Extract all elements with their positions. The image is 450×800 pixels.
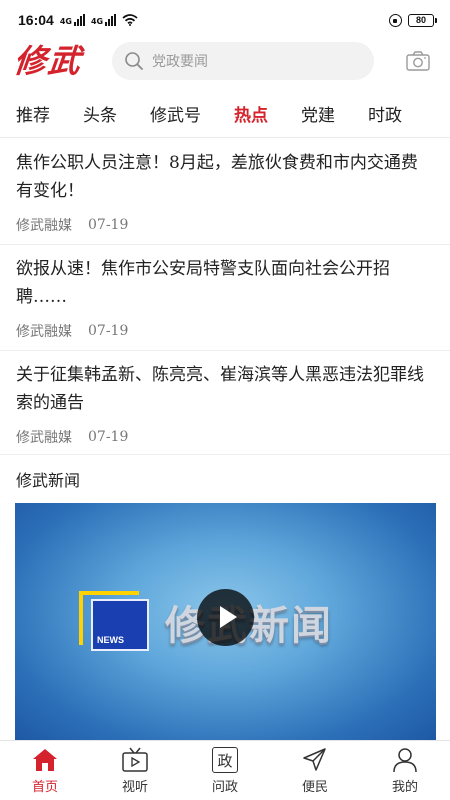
tab-party-building[interactable]: 党建	[301, 101, 335, 126]
article-source: 修武融媒	[16, 218, 72, 234]
app-header: 修武 党政要闻	[0, 40, 450, 86]
user-icon	[393, 748, 417, 773]
tab-current-affairs[interactable]: 时政	[368, 101, 402, 126]
nav-watch[interactable]: 视听	[90, 741, 180, 800]
video-card[interactable]: NEWS 修武新闻	[15, 503, 436, 743]
article-meta: 修武融媒 07-19	[16, 417, 434, 457]
status-right: 80	[389, 13, 437, 27]
camera-icon[interactable]	[406, 50, 430, 72]
bottom-nav: 首页 视听 政 问政 便民 我的	[0, 740, 450, 800]
article-meta: 修武融媒 07-19	[16, 311, 434, 351]
play-button[interactable]	[197, 589, 254, 646]
nav-profile[interactable]: 我的	[360, 741, 450, 800]
nav-inquiry[interactable]: 政 问政	[180, 741, 270, 800]
signal-icon-2: 4G	[91, 14, 117, 26]
signal-icon-1: 4G	[60, 14, 85, 26]
article-source: 修武融媒	[16, 430, 72, 446]
article-item[interactable]: 焦作公职人员注意！8月起，差旅伙食费和市内交通费有变化！ 修武融媒 07-19	[0, 139, 450, 245]
tab-xiuwu-accounts[interactable]: 修武号	[150, 101, 201, 126]
nav-label: 视听	[121, 780, 148, 795]
article-meta: 修武融媒 07-19	[16, 205, 434, 245]
tab-recommend[interactable]: 推荐	[16, 101, 50, 126]
search-placeholder: 党政要闻	[152, 54, 208, 70]
nav-label: 我的	[391, 780, 418, 795]
tab-headlines[interactable]: 头条	[83, 101, 117, 126]
news-feed: 焦作公职人员注意！8月起，差旅伙食费和市内交通费有变化！ 修武融媒 07-19 …	[0, 139, 450, 455]
article-item[interactable]: 关于征集韩孟新、陈亮亮、崔海滨等人黑恶违法犯罪线索的通告 修武融媒 07-19	[0, 351, 450, 455]
status-time: 16:04	[18, 12, 54, 28]
search-input[interactable]: 党政要闻	[112, 42, 374, 80]
app-logo: 修武	[12, 42, 85, 80]
tab-hot[interactable]: 热点	[234, 101, 268, 126]
nav-label: 便民	[301, 780, 328, 795]
news-logo-text: NEWS	[97, 635, 124, 645]
nav-home[interactable]: 首页	[0, 741, 90, 800]
article-title: 焦作公职人员注意！8月起，差旅伙食费和市内交通费有变化！	[16, 153, 418, 201]
status-left: 16:04 4G 4G	[18, 12, 138, 28]
article-title: 欲报从速！焦作市公安局特警支队面向社会公开招聘……	[16, 259, 390, 307]
nav-label: 首页	[31, 780, 58, 795]
rotation-lock-icon	[389, 13, 402, 27]
search-icon	[125, 52, 143, 70]
home-icon	[33, 749, 57, 771]
category-tabs: 推荐 头条 修武号 热点 党建 时政	[0, 90, 450, 138]
article-source: 修武融媒	[16, 324, 72, 340]
nav-services[interactable]: 便民	[270, 741, 360, 800]
article-date: 07-19	[88, 429, 129, 445]
send-icon	[303, 748, 326, 771]
nav-label: 问政	[211, 780, 238, 795]
status-bar: 16:04 4G 4G 80	[0, 0, 450, 40]
zheng-icon: 政	[212, 747, 238, 773]
article-title: 关于征集韩孟新、陈亮亮、崔海滨等人黑恶违法犯罪线索的通告	[16, 365, 424, 413]
tv-icon	[122, 747, 148, 772]
wifi-icon	[122, 14, 138, 26]
article-date: 07-19	[88, 323, 129, 339]
article-date: 07-19	[88, 217, 129, 233]
battery-icon: 80	[408, 13, 437, 27]
article-item[interactable]: 欲报从速！焦作市公安局特警支队面向社会公开招聘…… 修武融媒 07-19	[0, 245, 450, 351]
section-title: 修武新闻	[16, 471, 81, 490]
